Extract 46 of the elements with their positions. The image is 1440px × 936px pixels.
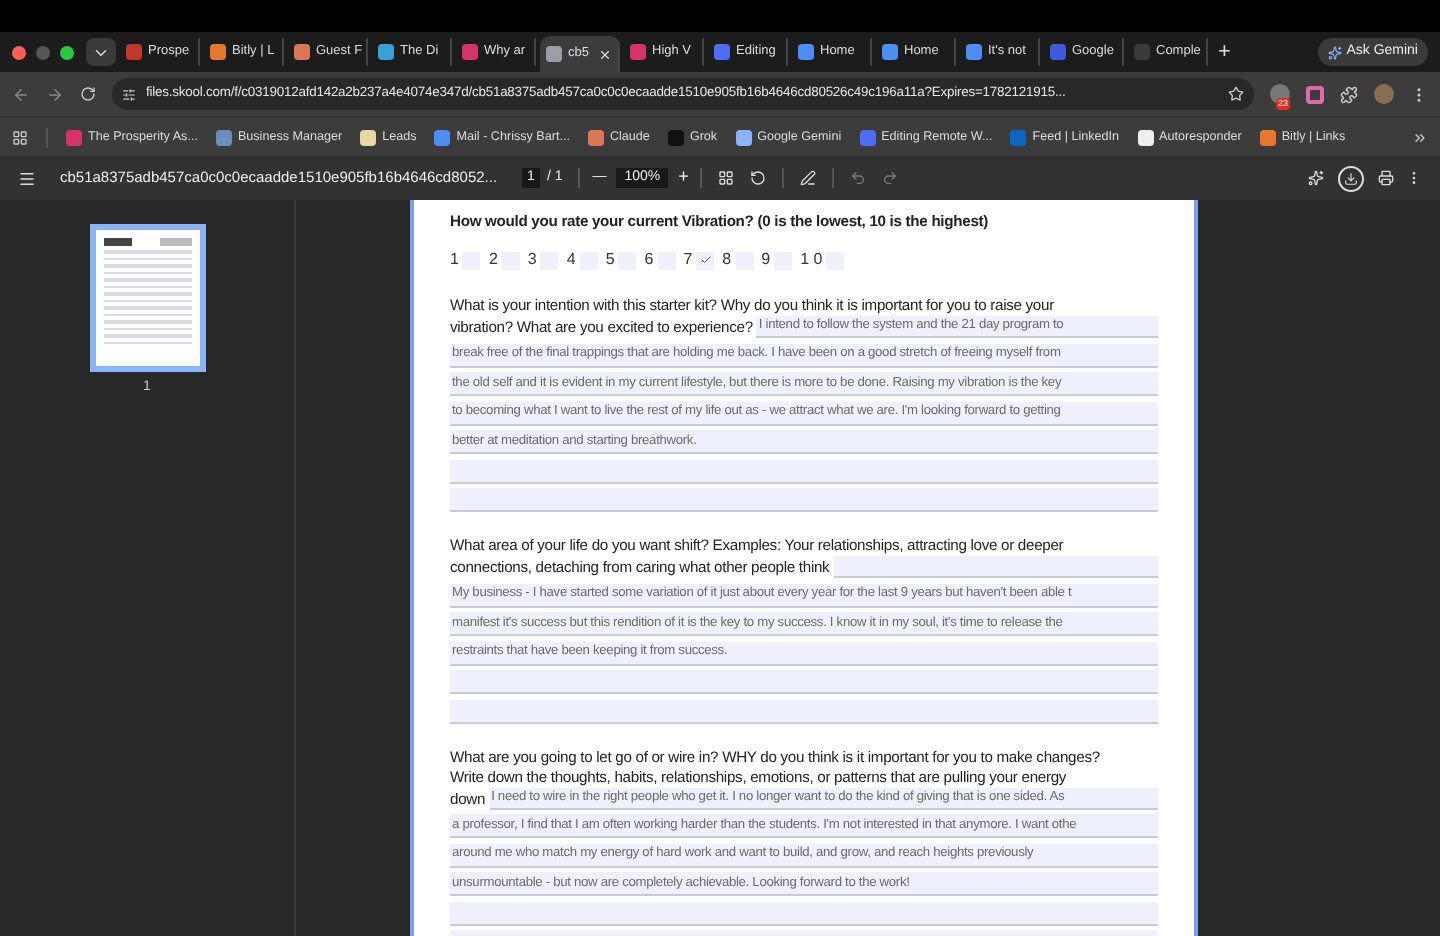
- maximize-window-icon[interactable]: [60, 45, 74, 59]
- bookmark-star-icon[interactable]: [1228, 86, 1244, 102]
- answer-field[interactable]: [450, 699, 1158, 724]
- close-tab-icon[interactable]: [598, 47, 612, 61]
- rating-label: 8: [722, 248, 732, 273]
- rating-label: 5: [605, 248, 615, 273]
- undo-icon[interactable]: [850, 170, 867, 186]
- close-window-icon[interactable]: [12, 45, 26, 59]
- site-settings-icon[interactable]: [122, 87, 136, 101]
- rating-label: 1: [450, 248, 459, 273]
- rating-label: 1 0: [800, 248, 823, 273]
- fit-page-icon[interactable]: [718, 170, 735, 186]
- download-icon: [1344, 171, 1358, 185]
- answer-field[interactable]: [450, 670, 1158, 695]
- sparkle-icon: [1328, 45, 1343, 59]
- answer-field[interactable]: [450, 901, 1158, 926]
- avatar-icon[interactable]: [1374, 84, 1394, 104]
- apps-icon[interactable]: [12, 129, 28, 145]
- back-icon[interactable]: [12, 85, 30, 103]
- rating-checkbox[interactable]: [696, 251, 715, 270]
- answer-field[interactable]: [450, 459, 1158, 484]
- rating-label: 9: [761, 248, 771, 273]
- colorful-extension-icon[interactable]: [1306, 85, 1324, 103]
- forward-icon[interactable]: [46, 85, 64, 103]
- rating-label: 3: [527, 248, 537, 273]
- download-button[interactable]: [1338, 165, 1364, 191]
- check-icon: [699, 254, 712, 267]
- answer-field[interactable]: [450, 488, 1158, 513]
- rating-label: 4: [566, 248, 576, 273]
- more-bookmarks-icon[interactable]: [1412, 129, 1428, 145]
- page-thumbnail[interactable]: [89, 224, 205, 372]
- redo-icon[interactable]: [882, 170, 899, 186]
- zoom-in-button[interactable]: +: [678, 164, 689, 192]
- reload-icon[interactable]: [80, 86, 96, 102]
- annotate-icon[interactable]: [800, 170, 817, 186]
- print-icon[interactable]: [1378, 170, 1394, 186]
- minimize-window-icon[interactable]: [36, 45, 50, 59]
- answer-field[interactable]: [833, 556, 1158, 579]
- new-tab-button[interactable]: +: [1218, 35, 1231, 69]
- tab-list-button[interactable]: [86, 38, 116, 66]
- rotate-icon[interactable]: [750, 170, 767, 186]
- rating-label: 7: [683, 248, 693, 273]
- menu-icon[interactable]: [18, 169, 36, 187]
- rating-label: 6: [644, 248, 654, 273]
- extensions-icon[interactable]: [1340, 85, 1358, 103]
- rating-label: 2: [488, 248, 498, 273]
